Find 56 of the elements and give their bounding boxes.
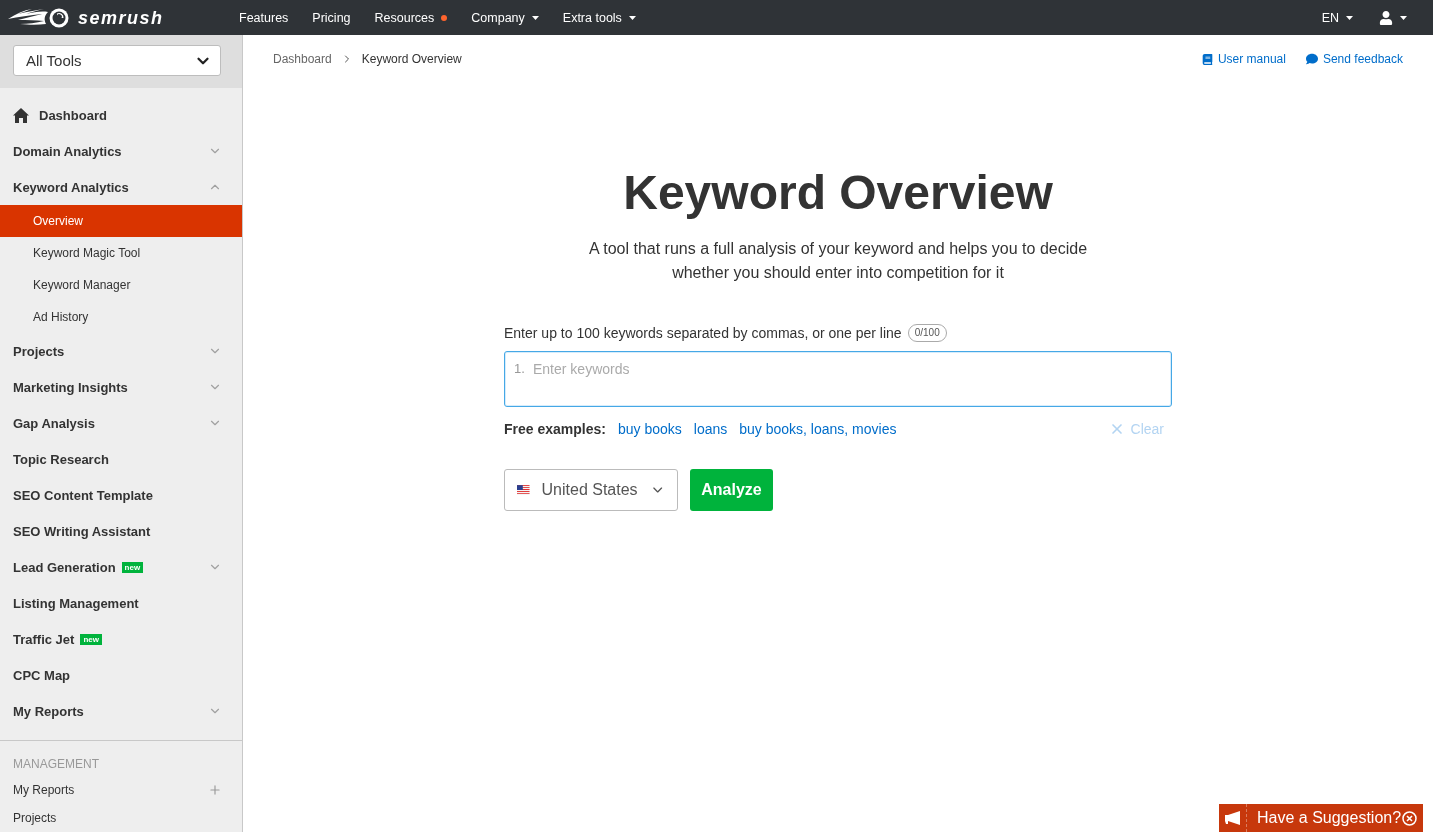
sidebar-item[interactable]: Lead Generation new [0, 549, 242, 585]
suggestion-button[interactable]: Have a Suggestion? [1219, 804, 1423, 832]
sidebar-subitem[interactable]: Overview [0, 205, 242, 237]
keywords-label: Enter up to 100 keywords separated by commas, or one per line [504, 325, 902, 341]
sidebar-item[interactable]: Listing Management [0, 585, 242, 621]
sidebar-item[interactable]: Keyword Analytics [0, 169, 242, 205]
example-link[interactable]: buy books [617, 421, 682, 437]
speech-bubble-icon [1305, 53, 1318, 65]
sidebar-item[interactable]: Dashboard [0, 97, 242, 133]
caret-down-icon [1346, 15, 1353, 20]
user-menu[interactable] [1379, 10, 1407, 25]
new-badge: new [80, 633, 102, 645]
book-icon [1201, 53, 1213, 65]
megaphone-icon [1224, 811, 1241, 825]
line-number: 1. [514, 360, 525, 378]
tool-select[interactable]: All Tools [13, 45, 221, 76]
close-icon[interactable] [1402, 810, 1417, 826]
brand-name: semrush [78, 7, 164, 28]
sidebar-item[interactable]: Gap Analysis [0, 405, 242, 441]
breadcrumb-current: Keyword Overview [361, 52, 462, 66]
sidebar-item[interactable]: SEO Content Template [0, 477, 242, 513]
user-icon [1379, 10, 1393, 25]
sidebar-item[interactable]: My Reports [0, 693, 242, 729]
sidebar-item[interactable]: Domain Analytics [0, 133, 242, 169]
sidebar-item[interactable]: Projects [0, 333, 242, 369]
example-link[interactable]: buy books, loans, movies [739, 421, 897, 437]
nav-link[interactable]: Company [471, 9, 539, 26]
nav-link[interactable]: Features [239, 9, 289, 26]
sidebar-item[interactable]: Traffic Jet new [0, 621, 242, 657]
nav-link[interactable]: Resources [374, 9, 448, 26]
nav-link[interactable]: Pricing [312, 9, 351, 26]
language-menu[interactable]: EN [1321, 9, 1353, 26]
new-badge: new [121, 561, 144, 573]
sidebar-subitem[interactable]: Keyword Manager [0, 269, 242, 301]
home-icon [13, 107, 29, 123]
example-link[interactable]: loans [693, 421, 728, 437]
nav-link[interactable]: Extra tools [562, 9, 636, 26]
page-description: A tool that runs a full analysis of your keyword and helps you to decide whether you should enter into competition for it [587, 239, 1089, 283]
sidebar-subitem[interactable]: Ad History [0, 301, 242, 333]
management-item[interactable]: Projects [0, 804, 242, 832]
section-heading: MANAGEMENT [12, 756, 100, 773]
page-title: Keyword Overview [622, 165, 1054, 221]
examples-label: Free examples: [504, 421, 606, 437]
sidebar-subitem[interactable]: Keyword Magic Tool [0, 237, 242, 269]
logo-icon [8, 7, 70, 28]
sidebar-item[interactable]: SEO Writing Assistant [0, 513, 242, 549]
flag-icon [517, 485, 530, 495]
help-link[interactable]: Send feedback [1305, 52, 1403, 66]
help-link[interactable]: User manual [1201, 52, 1286, 66]
sidebar-item[interactable]: CPC Map [0, 657, 242, 693]
database-select[interactable]: United States [504, 469, 678, 511]
breadcrumb-link[interactable]: Dashboard [273, 52, 332, 66]
sidebar-item[interactable]: Topic Research [0, 441, 242, 477]
sidebar-item[interactable]: Marketing Insights [0, 369, 242, 405]
management-item[interactable]: My Reports [0, 776, 242, 804]
caret-down-icon [1400, 15, 1407, 20]
